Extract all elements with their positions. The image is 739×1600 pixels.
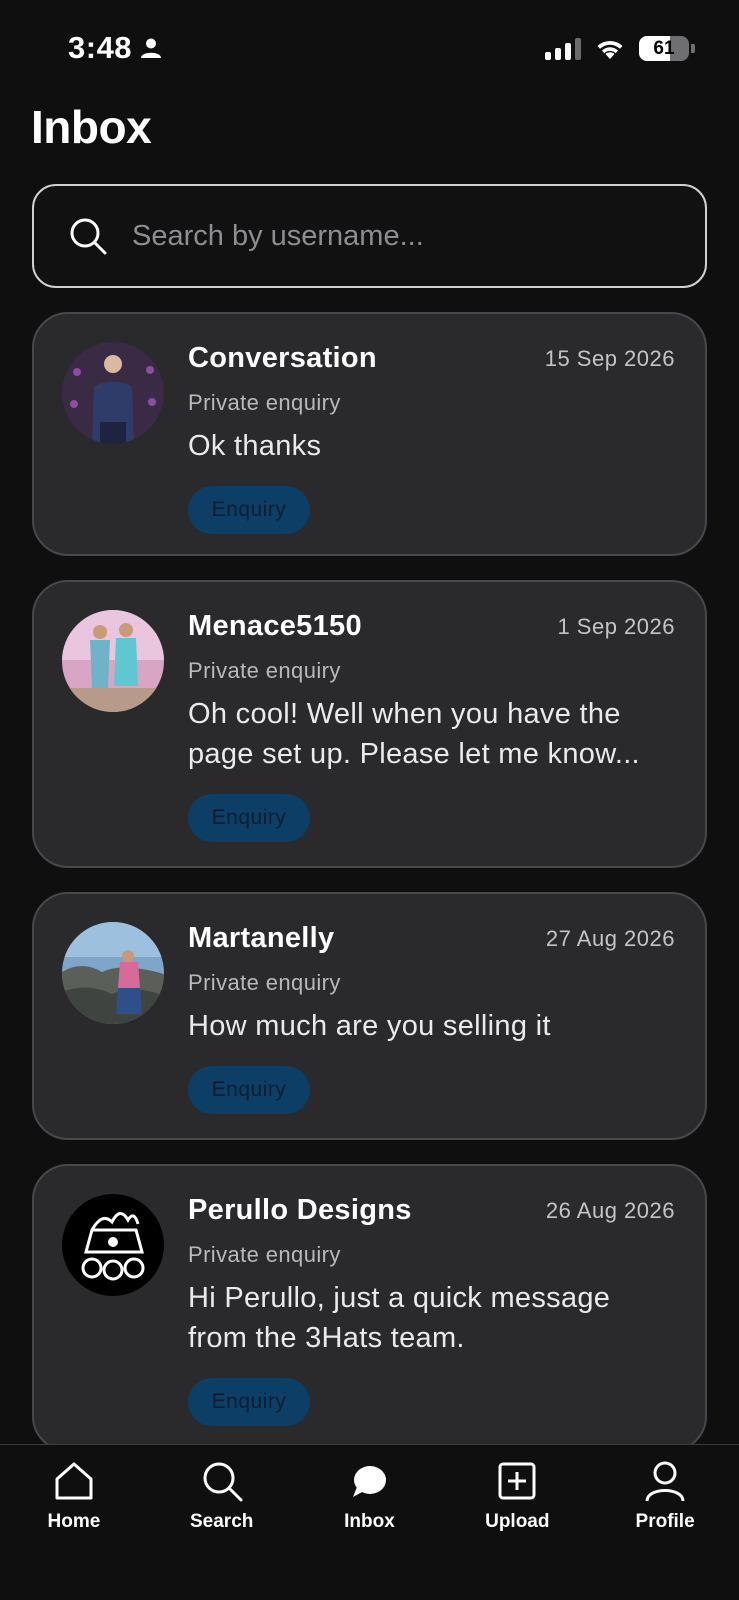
message-date: 15 Sep 2026 — [544, 346, 675, 371]
nav-search[interactable]: Search — [148, 1445, 296, 1600]
nav-upload[interactable]: Upload — [443, 1445, 591, 1600]
nav-inbox[interactable]: Inbox — [296, 1445, 444, 1600]
enquiry-badge: Enquiry — [188, 794, 310, 842]
chat-bubble-icon — [353, 1466, 387, 1497]
battery-level: 61 — [653, 37, 675, 59]
message-date: 27 Aug 2026 — [545, 926, 675, 951]
message-preview: Oh cool! Well when you have the page set… — [188, 698, 640, 770]
conversation-type: Private enquiry — [188, 390, 341, 415]
clock-text: 3:48 — [68, 30, 133, 65]
contact-name: Martanelly — [188, 922, 335, 954]
nav-label: Home — [47, 1511, 101, 1532]
user-icon — [645, 1461, 685, 1502]
wifi-icon — [597, 40, 623, 59]
nav-label: Inbox — [344, 1511, 395, 1532]
battery-icon: 61 — [639, 36, 695, 61]
person-icon — [141, 38, 162, 58]
nav-label: Upload — [485, 1511, 550, 1532]
contact-name: Menace5150 — [188, 610, 362, 642]
search-input[interactable] — [132, 219, 705, 253]
page-title: Inbox — [31, 101, 152, 153]
enquiry-badge: Enquiry — [188, 486, 310, 534]
search-icon — [70, 218, 107, 255]
nav-profile[interactable]: Profile — [591, 1445, 739, 1600]
status-bar: 3:48 61 — [0, 0, 739, 92]
avatar — [62, 342, 164, 444]
conversation-type: Private enquiry — [188, 970, 341, 995]
message-preview: Hi Perullo, just a quick message from th… — [188, 1282, 611, 1354]
conversation-type: Private enquiry — [188, 1242, 341, 1267]
avatar — [62, 922, 164, 1024]
bottom-nav: Home Search Inbox Upload Profile — [0, 1444, 739, 1600]
nav-label: Profile — [635, 1511, 695, 1532]
message-date: 26 Aug 2026 — [545, 1198, 675, 1223]
enquiry-badge: Enquiry — [188, 1066, 310, 1114]
search-bar[interactable] — [32, 184, 707, 288]
conversation-list: Conversation 15 Sep 2026 Private enquiry… — [32, 312, 707, 1476]
home-icon — [55, 1462, 93, 1500]
message-preview: How much are you selling it — [188, 1010, 551, 1042]
enquiry-badge: Enquiry — [188, 1378, 310, 1426]
conversation-card[interactable]: Martanelly 27 Aug 2026 Private enquiry H… — [32, 892, 707, 1140]
status-indicators: 61 — [545, 36, 695, 61]
avatar — [62, 1194, 164, 1296]
conversation-card[interactable]: Perullo Designs 26 Aug 2026 Private enqu… — [32, 1164, 707, 1452]
conversation-card[interactable]: Conversation 15 Sep 2026 Private enquiry… — [32, 312, 707, 556]
contact-name: Perullo Designs — [188, 1194, 412, 1226]
conversation-type: Private enquiry — [188, 658, 341, 683]
status-time: 3:48 — [68, 30, 162, 66]
message-date: 1 Sep 2026 — [557, 614, 675, 639]
message-preview: Ok thanks — [188, 430, 322, 462]
plus-square-icon — [498, 1462, 536, 1500]
nav-label: Search — [190, 1511, 254, 1532]
contact-name: Conversation — [188, 342, 377, 374]
avatar — [62, 610, 164, 712]
nav-home[interactable]: Home — [0, 1445, 148, 1600]
conversation-card[interactable]: Menace5150 1 Sep 2026 Private enquiry Oh… — [32, 580, 707, 868]
search-icon — [203, 1462, 243, 1502]
signal-icon — [545, 37, 581, 60]
